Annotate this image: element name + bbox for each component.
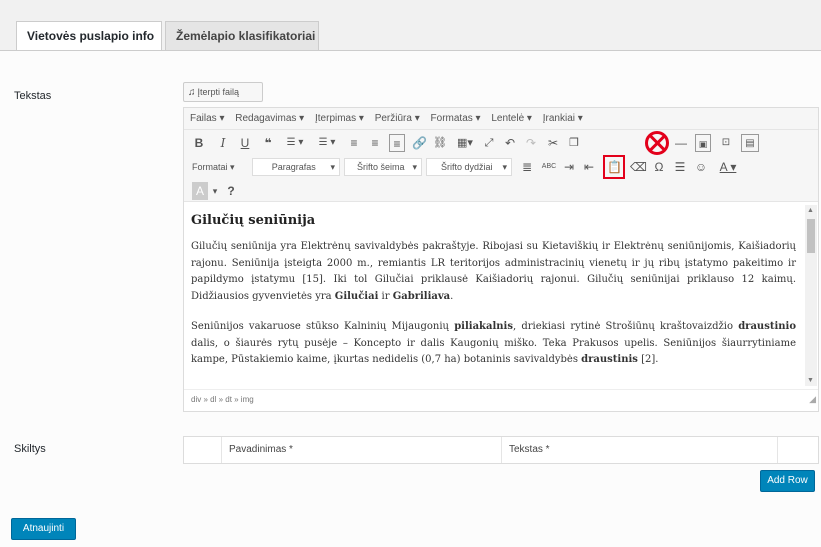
tekstas-label: Tekstas <box>14 90 52 102</box>
font-family-label: Šrifto šeima <box>356 162 405 172</box>
special-char-icon[interactable]: Ω <box>652 158 666 176</box>
outdent-icon[interactable]: ⇤ <box>582 158 596 176</box>
p2-bold-draustinis: draustinis <box>581 354 638 365</box>
p2-bold-draustinio: draustinio <box>738 321 796 332</box>
editor-content[interactable]: Gilučių seniūnija Gilučių seniūnija yra … <box>184 203 804 388</box>
font-family-select[interactable]: Šrifto šeima ▾ <box>344 158 422 176</box>
p2-end: [2]. <box>637 354 659 365</box>
indent-icon[interactable]: ⇥ <box>562 158 576 176</box>
justify-icon[interactable]: ≣ <box>520 158 534 176</box>
rich-text-editor: Failas ▾ Redagavimas ▾ Įterpimas ▾ Perži… <box>183 107 819 412</box>
crossed-out-marker-icon <box>645 131 669 155</box>
table-icon[interactable]: ▦▾ <box>454 134 476 152</box>
scrollbar-thumb[interactable] <box>807 219 815 253</box>
horizontal-line-icon[interactable]: — <box>674 134 688 152</box>
italic-icon[interactable]: I <box>216 134 230 152</box>
chevron-down-icon: ▾ <box>412 162 417 172</box>
align-right-icon[interactable]: ≡ <box>389 134 405 152</box>
paragraph-select-label: Paragrafas <box>271 162 316 172</box>
link-icon[interactable]: 🔗 <box>412 134 427 152</box>
scroll-down-icon[interactable]: ▼ <box>807 377 814 384</box>
skiltys-label: Skiltys <box>14 443 46 455</box>
source-code-icon[interactable]: ▤ <box>741 134 759 152</box>
column-header-tekstas: Tekstas * <box>501 437 777 463</box>
editor-menubar: Failas ▾ Redagavimas ▾ Įterpimas ▾ Perži… <box>184 108 818 130</box>
content-paragraph-2: Seniūnijos vakaruose stūkso Kalninių Mij… <box>191 319 796 369</box>
p2-text-mid: , driekiasi rytinė Strošiūnų kraštovaizd… <box>512 321 739 332</box>
page-break-icon[interactable]: ☰ <box>673 158 687 176</box>
bold-icon[interactable]: B <box>192 134 206 152</box>
menu-redagavimas[interactable]: Redagavimas ▾ <box>235 113 304 124</box>
menu-failas[interactable]: Failas ▾ <box>190 113 224 124</box>
unlink-icon[interactable]: ⛓ <box>433 134 447 152</box>
bullet-list-icon[interactable]: ☰ ▾ <box>282 134 308 152</box>
chevron-down-icon: ▾ <box>330 162 335 172</box>
font-size-select[interactable]: Šrifto dydžiai ▾ <box>426 158 512 176</box>
column-header-actions <box>777 437 818 463</box>
emoticon-icon[interactable]: ☺ <box>694 158 708 176</box>
redo-icon[interactable]: ↷ <box>524 134 538 152</box>
paste-highlight-box <box>603 155 625 179</box>
align-center-icon[interactable]: ≡ <box>368 134 382 152</box>
repeater-table: Pavadinimas * Tekstas * <box>183 436 819 464</box>
fullscreen-icon[interactable]: ⤢ <box>482 134 496 152</box>
tab-vietoves-info[interactable]: Vietovės puslapio info <box>16 21 162 52</box>
p1-bold-gabriliava: Gabriliava <box>392 290 451 302</box>
menu-formatas[interactable]: Formatas ▾ <box>431 113 481 124</box>
content-heading: Gilučių seniūnija <box>191 213 316 228</box>
p1-and: ir <box>378 290 393 302</box>
menu-iterpimas[interactable]: Įterpimas ▾ <box>315 113 364 124</box>
media-icon: ♫ <box>188 87 196 98</box>
p2-text-c: dalis, o šiaurės rytų pusėje – Koncepto … <box>191 337 796 366</box>
menu-perziura[interactable]: Peržiūra ▾ <box>375 113 420 124</box>
blockquote-icon[interactable]: ❝ <box>260 134 276 152</box>
tab-zemelapio-klasifikatoriai[interactable]: Žemėlapio klasifikatoriai <box>165 21 319 51</box>
undo-icon[interactable]: ↶ <box>503 134 517 152</box>
strikethrough-icon[interactable]: ABC <box>541 158 557 176</box>
underline-icon[interactable]: U <box>238 134 252 152</box>
media-embed-icon[interactable]: ⊡ <box>718 134 734 152</box>
insert-media-button[interactable]: ♫ Įterpti failą <box>183 82 263 102</box>
editor-statusbar: div » dl » dt » img ◢ <box>184 389 818 411</box>
chevron-down-icon: ▾ <box>502 162 507 172</box>
copy-icon[interactable]: ❐ <box>567 134 581 152</box>
menu-irankiai[interactable]: Įrankiai ▾ <box>543 113 583 124</box>
editor-toolbar: B I U ❝ ☰ ▾ ☰ ▾ ≡ ≡ ≡ 🔗 ⛓ ▦▾ ⤢ ↶ ↷ ✂ ❐ —… <box>184 130 818 202</box>
formats-select[interactable]: Formatai ▾ <box>192 158 235 176</box>
image-icon[interactable]: ▣ <box>695 134 711 152</box>
content-paragraph-1: Gilučių seniūnija yra Elektrėnų savivald… <box>191 239 796 305</box>
p1-text: Gilučių seniūnija yra Elektrėnų savivald… <box>191 241 796 302</box>
add-row-button[interactable]: Add Row <box>760 470 815 492</box>
resize-handle-icon[interactable]: ◢ <box>809 389 816 409</box>
align-left-icon[interactable]: ≡ <box>347 134 361 152</box>
paragraph-select[interactable]: Paragrafas ▾ <box>252 158 340 176</box>
background-color-icon[interactable]: A <box>192 182 208 200</box>
p2-bold-piliakalnis: piliakalnis <box>454 321 513 332</box>
insert-media-label: Įterpti failą <box>197 87 240 97</box>
eraser-icon[interactable]: ⌫ <box>630 158 647 176</box>
p1-end: . <box>450 290 454 302</box>
column-header-pavadinimas: Pavadinimas * <box>221 437 501 463</box>
help-icon[interactable]: ? <box>224 182 238 200</box>
editor-scrollbar[interactable]: ▲ ▼ <box>805 205 817 386</box>
chevron-down-icon[interactable]: ▾ <box>210 182 220 200</box>
p2-text-a: Seniūnijos vakaruose stūkso Kalninių Mij… <box>191 321 455 332</box>
text-color-icon[interactable]: A ▾ <box>716 158 740 176</box>
scroll-up-icon[interactable]: ▲ <box>807 207 814 214</box>
element-path: div » dl » dt » img <box>191 395 254 404</box>
menu-lentele[interactable]: Lentelė ▾ <box>491 113 532 124</box>
p1-bold-gilučiai: Gilučiai <box>334 290 379 302</box>
update-button[interactable]: Atnaujinti <box>11 518 76 540</box>
numbered-list-icon[interactable]: ☰ ▾ <box>314 134 340 152</box>
cut-icon[interactable]: ✂ <box>546 134 560 152</box>
font-size-label: Šrifto dydžiai <box>440 162 493 172</box>
